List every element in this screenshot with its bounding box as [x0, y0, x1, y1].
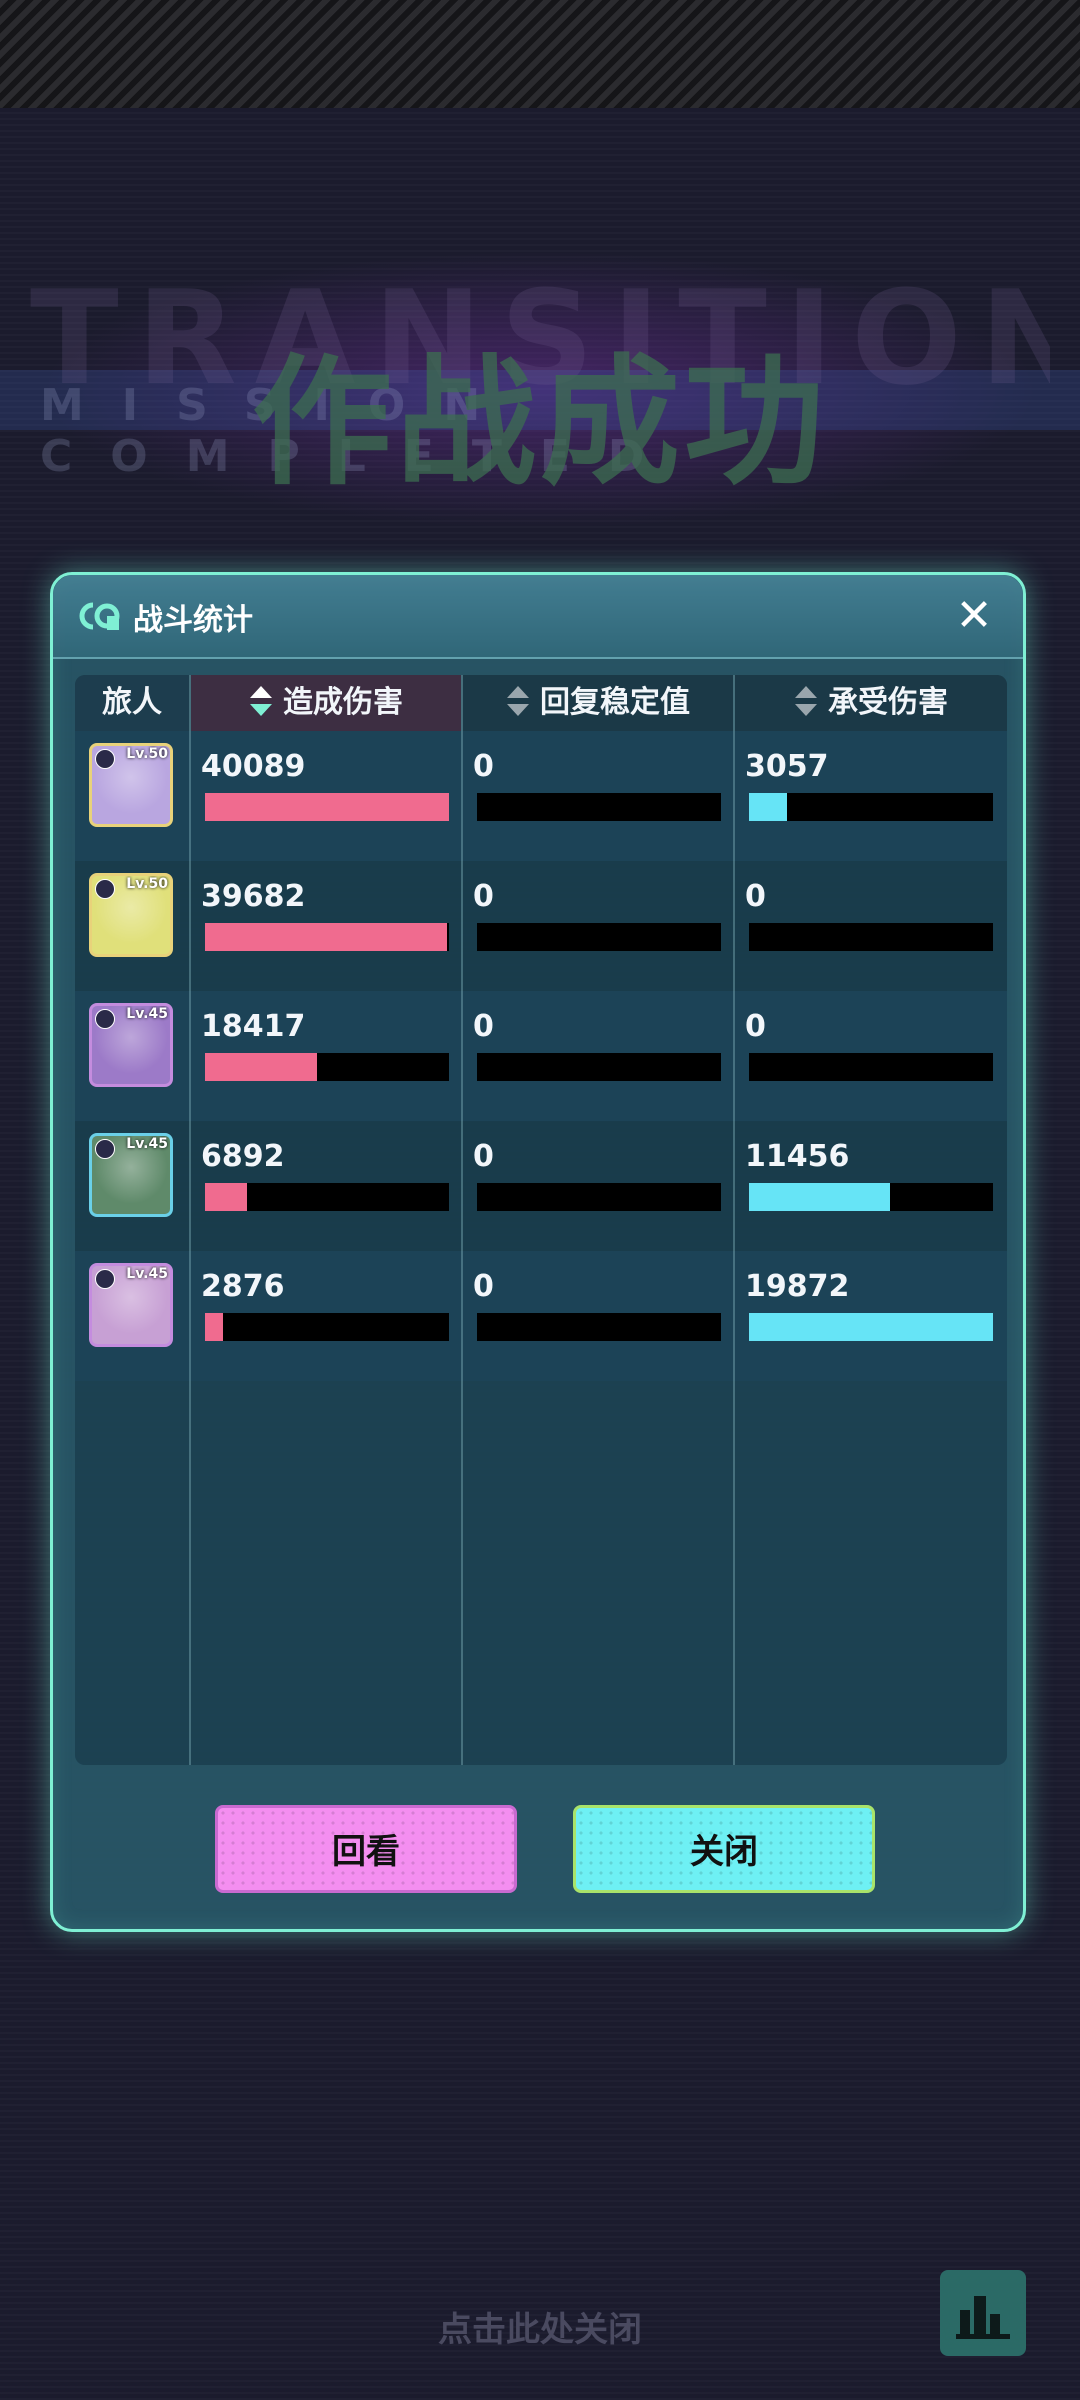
stats-table: 旅人 造成伤害 回复稳定值 承受伤害 Lv.50 40089 0 3057 Lv…	[75, 675, 1007, 1765]
class-icon	[95, 879, 115, 899]
level-badge: Lv.50	[126, 746, 168, 762]
stability-restored-bar	[477, 923, 721, 951]
sort-icon	[250, 685, 272, 716]
damage-taken-bar-fill	[749, 793, 787, 821]
class-icon	[95, 1009, 115, 1029]
damage-dealt-bar-fill	[205, 923, 447, 951]
level-badge: Lv.45	[126, 1136, 168, 1152]
table-header: 旅人 造成伤害 回复稳定值 承受伤害	[75, 675, 1007, 731]
battle-stats-panel: 战斗统计 ✕ 旅人 造成伤害 回复稳定值 承受伤害 Lv.50 40089 0 …	[50, 572, 1026, 1932]
stability-restored-bar	[477, 1053, 721, 1081]
damage-dealt-value: 2876	[201, 1269, 285, 1304]
damage-taken-bar	[749, 1053, 993, 1081]
table-empty-area	[75, 1381, 1007, 1765]
stability-restored-value: 0	[473, 1269, 494, 1304]
panel-header: 战斗统计 ✕	[53, 575, 1023, 659]
damage-taken-bar-fill	[749, 1313, 993, 1341]
stability-restored-value: 0	[473, 1009, 494, 1044]
damage-dealt-bar	[205, 793, 449, 821]
replay-button[interactable]: 回看	[215, 1805, 517, 1893]
sort-stability-restored[interactable]: 回复稳定值	[463, 675, 733, 731]
damage-taken-bar	[749, 793, 993, 821]
stability-restored-bar	[477, 1183, 721, 1211]
stability-restored-value: 0	[473, 1139, 494, 1174]
damage-dealt-value: 40089	[201, 749, 306, 784]
level-badge: Lv.45	[126, 1266, 168, 1282]
damage-taken-bar	[749, 1183, 993, 1211]
traveler-avatar[interactable]: Lv.45	[89, 1263, 173, 1347]
header-damage-taken: 承受伤害	[828, 685, 948, 720]
damage-dealt-bar-fill	[205, 1313, 223, 1341]
table-row: Lv.45 18417 0 0	[75, 991, 1007, 1121]
bar-chart-icon	[956, 2296, 1010, 2339]
class-icon	[95, 749, 115, 769]
traveler-avatar[interactable]: Lv.45	[89, 1133, 173, 1217]
header-traveler: 旅人	[75, 675, 189, 731]
sort-icon	[795, 685, 817, 716]
damage-taken-value: 19872	[745, 1269, 850, 1304]
damage-dealt-value: 39682	[201, 879, 306, 914]
damage-dealt-value: 6892	[201, 1139, 285, 1174]
damage-taken-value: 3057	[745, 749, 829, 784]
damage-dealt-value: 18417	[201, 1009, 306, 1044]
damage-dealt-bar	[205, 923, 449, 951]
table-row: Lv.50 39682 0 0	[75, 861, 1007, 991]
column-divider	[189, 675, 191, 1765]
damage-dealt-bar-fill	[205, 793, 449, 821]
mission-result-title: 作战成功	[251, 342, 828, 505]
stability-restored-bar	[477, 1313, 721, 1341]
stability-restored-value: 0	[473, 879, 494, 914]
damage-dealt-bar-fill	[205, 1053, 317, 1081]
damage-taken-bar	[749, 1313, 993, 1341]
table-row: Lv.45 6892 0 11456	[75, 1121, 1007, 1251]
sort-damage-dealt[interactable]: 造成伤害	[191, 675, 461, 731]
table-row: Lv.45 2876 0 19872	[75, 1251, 1007, 1381]
header-stability-restored: 回复稳定值	[540, 685, 690, 720]
damage-dealt-bar	[205, 1053, 449, 1081]
stability-restored-value: 0	[473, 749, 494, 784]
traveler-avatar[interactable]: Lv.50	[89, 743, 173, 827]
sort-damage-taken[interactable]: 承受伤害	[735, 675, 1007, 731]
tap-to-close-text[interactable]: 点击此处关闭	[0, 2302, 1080, 2351]
level-badge: Lv.45	[126, 1006, 168, 1022]
class-icon	[95, 1269, 115, 1289]
damage-dealt-bar-fill	[205, 1183, 247, 1211]
header-damage-dealt: 造成伤害	[283, 685, 403, 720]
traveler-avatar[interactable]: Lv.45	[89, 1003, 173, 1087]
stability-restored-bar	[477, 793, 721, 821]
damage-taken-bar-fill	[749, 1183, 890, 1211]
close-button[interactable]: 关闭	[573, 1805, 875, 1893]
class-icon	[95, 1139, 115, 1159]
column-divider	[461, 675, 463, 1765]
traveler-avatar[interactable]: Lv.50	[89, 873, 173, 957]
stats-toggle-button[interactable]	[940, 2270, 1026, 2356]
status-bar	[0, 0, 1080, 108]
damage-dealt-bar	[205, 1313, 449, 1341]
level-badge: Lv.50	[126, 876, 168, 892]
close-icon[interactable]: ✕	[951, 593, 997, 639]
damage-taken-value: 11456	[745, 1139, 850, 1174]
damage-taken-value: 0	[745, 879, 766, 914]
sort-icon	[507, 685, 529, 716]
damage-taken-value: 0	[745, 1009, 766, 1044]
column-divider	[733, 675, 735, 1765]
stats-logo-icon	[79, 602, 120, 630]
panel-title: 战斗统计	[133, 603, 253, 638]
damage-taken-bar	[749, 923, 993, 951]
table-row: Lv.50 40089 0 3057	[75, 731, 1007, 861]
damage-dealt-bar	[205, 1183, 449, 1211]
